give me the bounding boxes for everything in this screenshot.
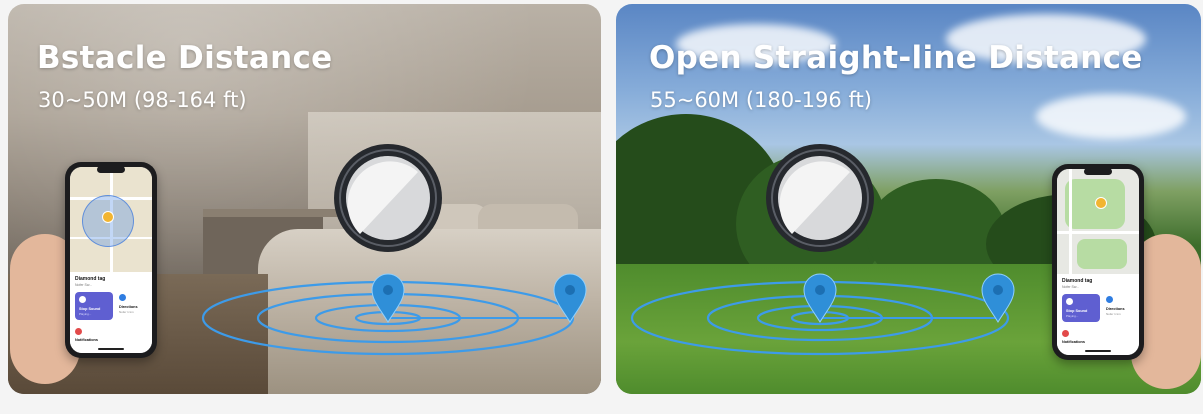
phone-screen: Diamond tag Nofer Sw... Stop Sound Playi… bbox=[1057, 169, 1139, 355]
find-my-map bbox=[70, 167, 152, 272]
tracker-tag-icon bbox=[334, 144, 442, 252]
bell-icon bbox=[1062, 330, 1069, 337]
find-my-map bbox=[1057, 169, 1139, 274]
action-row: Stop Sound Playing... Directions Nofer 1… bbox=[1062, 294, 1134, 322]
obstacle-distance-panel: Bstacle Distance 30~50M (98-164 ft) Diam… bbox=[8, 4, 601, 394]
item-card: Diamond tag Nofer Sw... Stop Sound Playi… bbox=[1057, 274, 1139, 355]
play-sound-button[interactable]: Stop Sound Playing... bbox=[1062, 294, 1100, 322]
product-banner: Bstacle Distance 30~50M (98-164 ft) Diam… bbox=[0, 0, 1203, 414]
play-sound-label: Stop Sound bbox=[79, 307, 101, 311]
location-pin-icon bbox=[371, 273, 405, 323]
open-distance-panel: Open Straight-line Distance 55~60M (180-… bbox=[616, 4, 1201, 394]
home-indicator bbox=[98, 348, 124, 350]
sound-icon bbox=[79, 296, 86, 303]
home-indicator bbox=[1085, 350, 1111, 352]
play-sound-status: Playing... bbox=[1066, 314, 1079, 318]
phone-notch bbox=[1084, 168, 1112, 175]
directions-icon[interactable] bbox=[119, 294, 126, 301]
phone-screen: Diamond tag Nofer Sw... Stop Sound Playi… bbox=[70, 167, 152, 353]
location-pin-icon bbox=[981, 273, 1015, 323]
directions-icon[interactable] bbox=[1106, 296, 1113, 303]
play-sound-label: Stop Sound bbox=[1066, 309, 1088, 313]
notifications-label[interactable]: Notifications bbox=[1062, 340, 1085, 344]
action-row: Stop Sound Playing... Directions Nofer 1… bbox=[75, 292, 147, 320]
directions-label: Directions bbox=[119, 305, 138, 309]
map-pin-icon bbox=[1095, 197, 1107, 209]
phone-mockup: Diamond tag Nofer Sw... Stop Sound Playi… bbox=[65, 162, 157, 358]
item-card: Diamond tag Nofer Sw... Stop Sound Playi… bbox=[70, 272, 152, 353]
directions-distance: Nofer 1 km bbox=[1106, 312, 1121, 316]
tracker-tag-icon bbox=[766, 144, 874, 252]
item-location: Nofer Sw... bbox=[75, 283, 93, 287]
play-sound-button[interactable]: Stop Sound Playing... bbox=[75, 292, 113, 320]
directions-distance: Nofer 1 km bbox=[119, 310, 134, 314]
item-name: Diamond tag bbox=[1062, 278, 1093, 284]
item-location: Nofer Sw... bbox=[1062, 285, 1080, 289]
directions-label: Directions bbox=[1106, 307, 1125, 311]
phone-mockup: Diamond tag Nofer Sw... Stop Sound Playi… bbox=[1052, 164, 1144, 360]
notifications-label[interactable]: Notifications bbox=[75, 338, 98, 342]
phone-notch bbox=[97, 166, 125, 173]
location-pin-icon bbox=[553, 273, 587, 323]
bell-icon bbox=[75, 328, 82, 335]
map-pin-icon bbox=[102, 211, 114, 223]
play-sound-status: Playing... bbox=[79, 312, 92, 316]
location-pin-icon bbox=[803, 273, 837, 323]
item-name: Diamond tag bbox=[75, 276, 106, 282]
sound-icon bbox=[1066, 298, 1073, 305]
